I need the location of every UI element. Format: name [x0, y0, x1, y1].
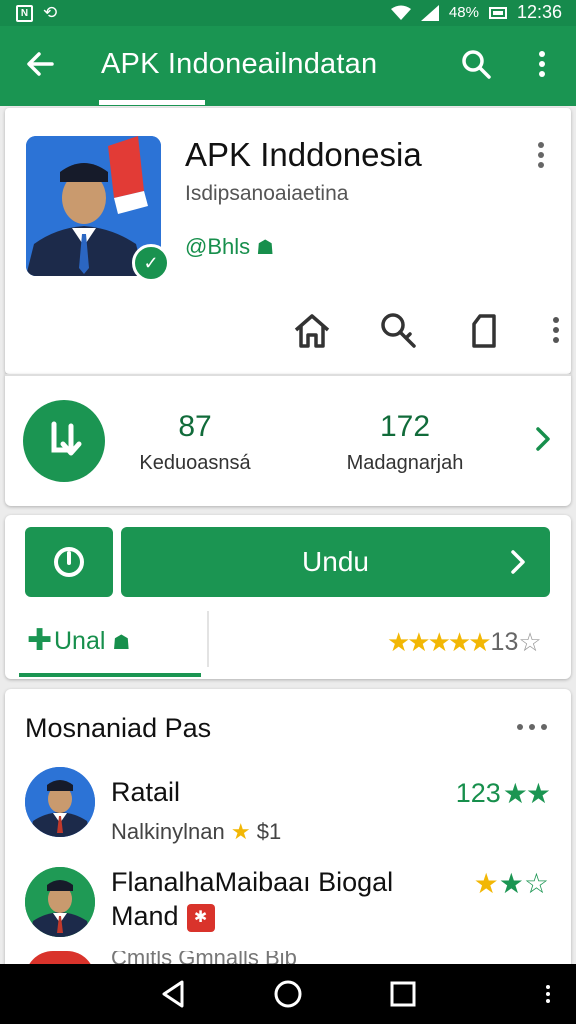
app-name: APK Inddonesia [185, 136, 422, 173]
stat-downloads: 87 Keduoasnsá [125, 410, 265, 475]
rating-value: 13 [490, 628, 519, 656]
list-item-name: Ratail [111, 777, 181, 807]
app-subtitle: Isdipsanoaiaetina [185, 182, 349, 205]
signal-icon [420, 4, 439, 21]
search-key-icon[interactable] [376, 308, 420, 352]
app-bar-title[interactable]: APK Indoneailndatan [101, 48, 377, 81]
star-green-icon: ★ [498, 868, 524, 899]
list-item-meta: Nalkinylnan [111, 819, 225, 844]
install-chevron-icon [511, 550, 525, 574]
tab-bar: ✚ Unal ☗ ★★★★★ 13 ☆ [5, 611, 571, 679]
nav-recents-icon[interactable] [387, 978, 419, 1010]
list-item[interactable]: Ratail Nalkinylnan ★ $1 123 ★★ [5, 767, 571, 857]
system-nav-bar [0, 964, 576, 1024]
chevron-right-icon[interactable] [533, 424, 553, 454]
tab-divider [207, 611, 209, 667]
notification-icon: N [16, 4, 33, 22]
nav-back-icon[interactable] [158, 978, 190, 1010]
list-item-name-line2: Mand [111, 901, 179, 931]
bookmark-icon[interactable] [462, 308, 506, 352]
stat-label: Madagnarjah [346, 452, 464, 474]
install-button[interactable]: Undu [121, 527, 550, 597]
developer-badge-icon: ☗ [256, 237, 275, 259]
header-more-icon[interactable] [533, 140, 549, 170]
actions-more-icon[interactable] [548, 308, 564, 352]
tab-active-indicator [19, 673, 201, 677]
more-horiz-icon[interactable] [515, 719, 549, 735]
home-icon[interactable] [290, 308, 334, 352]
status-bar: N ⟲ 48% 12:36 [0, 0, 576, 26]
star-rating-icon: ★★ [502, 778, 551, 809]
star-yellow-icon: ★ [473, 868, 499, 899]
stat-label: Keduoasnsá [139, 452, 251, 474]
search-icon[interactable] [458, 46, 494, 82]
list-item[interactable]: FlanalhaMaibaaı Biogal Mand ✱ ★ ★ ☆ [5, 867, 571, 947]
wifi-icon [390, 5, 411, 20]
avatar [25, 767, 95, 837]
download-button[interactable] [23, 400, 105, 482]
stat-reviews: 172 Madagnarjah [325, 410, 485, 475]
list-item-rating: ★ ★ ☆ [474, 867, 549, 900]
app-badge-icon: ✱ [186, 903, 215, 932]
list-item-name: FlanalhaMaibaaı Biogal [111, 867, 394, 897]
rating-summary[interactable]: ★★★★★ 13 ☆ [387, 627, 542, 658]
tab-install-label: Unal [54, 627, 106, 655]
list-item-rating-value: 123 [455, 778, 501, 808]
related-list-card: Mosnaniad Pas Ratail Nalkinylnan ★ $1 12… [5, 689, 571, 979]
back-arrow-icon[interactable] [22, 46, 58, 82]
power-button[interactable] [25, 527, 113, 597]
tab-indicator [99, 100, 205, 105]
more-vert-icon[interactable] [530, 46, 554, 82]
tab-install[interactable]: ✚ Unal ☗ [19, 611, 201, 679]
header-actions [290, 308, 564, 352]
stat-value: 87 [178, 410, 212, 443]
nav-more-icon[interactable] [540, 978, 556, 1010]
stats-card: 87 Keduoasnsá 172 Madagnarjah [5, 374, 571, 506]
stat-value: 172 [379, 410, 431, 443]
battery-icon [488, 6, 507, 19]
clock: 12:36 [516, 2, 562, 22]
nav-home-icon[interactable] [272, 978, 304, 1010]
plus-icon: ✚ [27, 624, 53, 657]
sync-icon: ⟲ [43, 3, 58, 22]
star-icon: ★ [230, 819, 251, 844]
tab-badge-icon: ☗ [112, 632, 131, 654]
power-icon [54, 547, 84, 577]
verified-check-icon: ✓ [132, 244, 170, 282]
list-title: Mosnaniad Pas [25, 713, 212, 743]
star-empty-icon: ☆ [518, 627, 542, 657]
download-icon [51, 421, 82, 456]
developer-name: @Bhls [185, 234, 251, 259]
star-rating-icon: ★★★★★ [387, 627, 492, 657]
app-bar: APK Indoneailndatan [0, 26, 576, 106]
app-header-card: ✓ APK Inddonesia Isdipsanoaiaetina @Bhls… [5, 108, 571, 374]
star-outline-icon: ☆ [523, 868, 549, 899]
list-item-meta-suffix: $1 [256, 819, 282, 844]
developer-link[interactable]: @Bhls ☗ [185, 234, 274, 260]
avatar [25, 867, 95, 937]
install-card: Undu ✚ Unal ☗ ★★★★★ 13 ☆ [5, 515, 571, 679]
install-button-label: Undu [302, 546, 369, 577]
list-item-rating: 123 ★★ [455, 777, 551, 810]
battery-percent: 48% [448, 4, 479, 21]
